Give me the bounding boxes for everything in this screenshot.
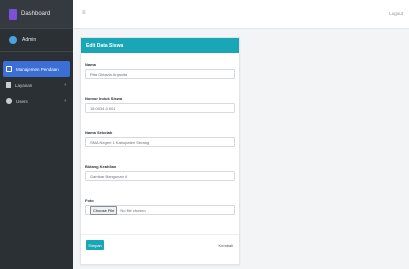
hamburger-menu-icon[interactable]: ≡ [82,10,86,16]
avatar [9,36,17,44]
field-label: Bidang Keahlian [85,164,117,169]
brand-logo-icon [9,8,17,20]
top-navbar: ≡ Logout [73,0,409,29]
chevron-left-icon: ‹ [64,82,66,88]
field-nama: Nama Rita Oktavia Anjanita [85,62,235,79]
back-link[interactable]: Kembali [219,243,233,248]
field-label: Foto [85,198,94,203]
monitor-icon [6,66,12,72]
brand[interactable]: Dashboard [0,0,73,29]
sidebar-item-label: Manajemen Pendaan [16,66,59,72]
nis-input[interactable]: 18.0034.0.001 [85,103,235,113]
sidebar-item-layanan[interactable]: Layanan ‹ [0,77,73,93]
field-sekolah: Nama Sekolah SMA Negeri 1 Kabupaten Sera… [85,130,235,147]
circle-icon [6,98,12,104]
bidang-input[interactable]: Gambar Bangunan 4 [85,171,235,181]
card-title: Edit Data Siswa [81,38,239,53]
field-foto: Foto Choose File No file chosen [85,198,235,215]
chevron-left-icon: ‹ [64,98,66,104]
nama-input[interactable]: Rita Oktavia Anjanita [85,69,235,79]
sidebar-item-label: Layanan [15,82,33,88]
field-bidang: Bidang Keahlian Gambar Bangunan 4 [85,164,235,181]
sidebar-item-label: Users [16,98,28,104]
brand-name: Dashboard [21,11,51,17]
sidebar-nav: Manajemen Pendaan Layanan ‹ Users ‹ [0,61,73,109]
submit-button[interactable]: Simpan [86,240,104,250]
user-panel[interactable]: Admin [0,29,73,52]
sidebar-item-manajemen[interactable]: Manajemen Pendaan [3,61,70,77]
user-name: Admin [22,37,37,43]
logout-link[interactable]: Logout [389,11,403,16]
choose-file-button[interactable]: Choose File [90,205,118,215]
sidebar-item-users[interactable]: Users ‹ [0,93,73,109]
field-nis: Nomor Induk Siswa 18.0034.0.001 [85,96,235,113]
file-status: No file chosen [120,207,146,213]
document-icon [6,82,11,88]
sidebar: Dashboard Admin Manajemen Pendaan Layana… [0,0,73,269]
field-label: Nomor Induk Siswa [85,96,123,101]
edit-form-card: Edit Data Siswa Nama Rita Oktavia Anjani… [80,37,240,265]
field-label: Nama [85,62,96,67]
card-footer-divider [81,234,239,235]
sekolah-input[interactable]: SMA Negeri 1 Kabupaten Serang [85,137,235,147]
field-label: Nama Sekolah [85,130,113,135]
foto-file-input[interactable]: Choose File No file chosen [85,205,235,215]
